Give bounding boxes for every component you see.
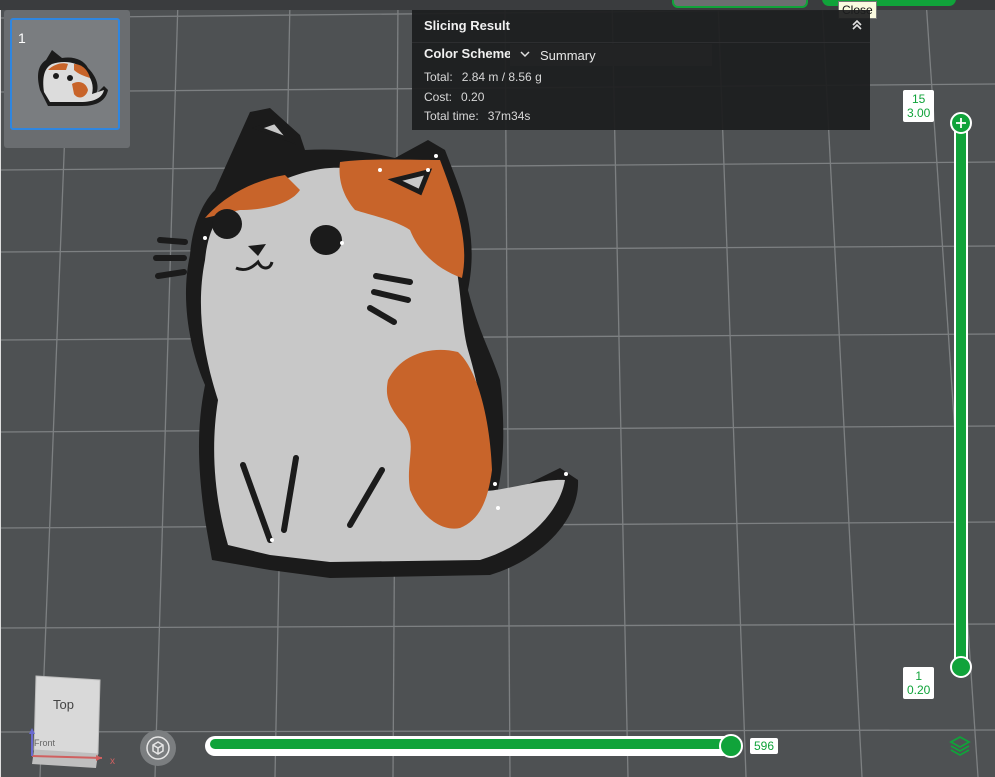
cube-front-label: Front — [34, 738, 56, 748]
top-layer-height: 3.00 — [907, 106, 931, 120]
orbit-icon — [146, 736, 170, 760]
top-layer-label: 15 3.00 — [903, 90, 935, 122]
total-time-value: 37m34s — [487, 109, 531, 123]
toolbar-button[interactable] — [672, 0, 808, 8]
slicing-result-title: Slicing Result — [424, 18, 510, 33]
move-slider-fill — [210, 739, 734, 749]
move-slider[interactable] — [205, 734, 745, 758]
cube-top-face-label[interactable]: Top — [53, 697, 74, 712]
bottom-layer-label: 1 0.20 — [903, 667, 935, 699]
chevron-down-icon — [520, 51, 530, 58]
axis-x-label: x — [110, 756, 115, 767]
plate-thumbnail[interactable]: 1 — [4, 10, 130, 148]
plus-icon — [956, 118, 966, 128]
view-cube[interactable]: Front x — [18, 672, 122, 772]
cat-thumbnail-image — [38, 50, 108, 106]
move-slider-handle[interactable] — [719, 734, 743, 758]
plate-thumbnail-selected[interactable] — [10, 18, 120, 130]
total-row: Total: 2.84 m / 8.56 g — [424, 70, 542, 84]
slicing-result-header[interactable]: Slicing Result — [412, 10, 870, 43]
plate-number: 1 — [18, 30, 26, 46]
total-value: 2.84 m / 8.56 g — [461, 70, 542, 84]
cat-model — [153, 108, 579, 578]
cost-label: Cost: — [424, 90, 453, 104]
layer-range-slider[interactable] — [950, 112, 972, 678]
orbit-button[interactable] — [140, 730, 176, 766]
bottom-layer-number: 1 — [915, 669, 923, 683]
color-scheme-value: Summary — [540, 48, 596, 63]
layer-slider-track[interactable] — [954, 124, 968, 670]
move-slider-value: 596 — [750, 738, 779, 754]
3d-viewport[interactable]: Close 1 Slicing Result Color Scheme — [0, 0, 995, 777]
cost-value: 0.20 — [461, 90, 485, 104]
slicing-result-panel: Slicing Result Color Scheme Summary Tota… — [412, 10, 870, 130]
total-time-label: Total time: — [424, 109, 479, 123]
layers-icon[interactable] — [948, 734, 972, 758]
bottom-layer-handle[interactable] — [950, 656, 972, 678]
total-time-row: Total time: 37m34s — [424, 109, 530, 123]
top-layer-number: 15 — [912, 92, 926, 106]
top-layer-handle[interactable] — [950, 112, 972, 134]
total-label: Total: — [424, 70, 453, 84]
bottom-layer-height: 0.20 — [907, 683, 931, 697]
collapse-icon[interactable] — [850, 18, 864, 32]
color-scheme-label: Color Scheme — [424, 46, 512, 61]
color-scheme-dropdown[interactable]: Summary — [510, 44, 712, 66]
cost-row: Cost: 0.20 — [424, 90, 484, 104]
